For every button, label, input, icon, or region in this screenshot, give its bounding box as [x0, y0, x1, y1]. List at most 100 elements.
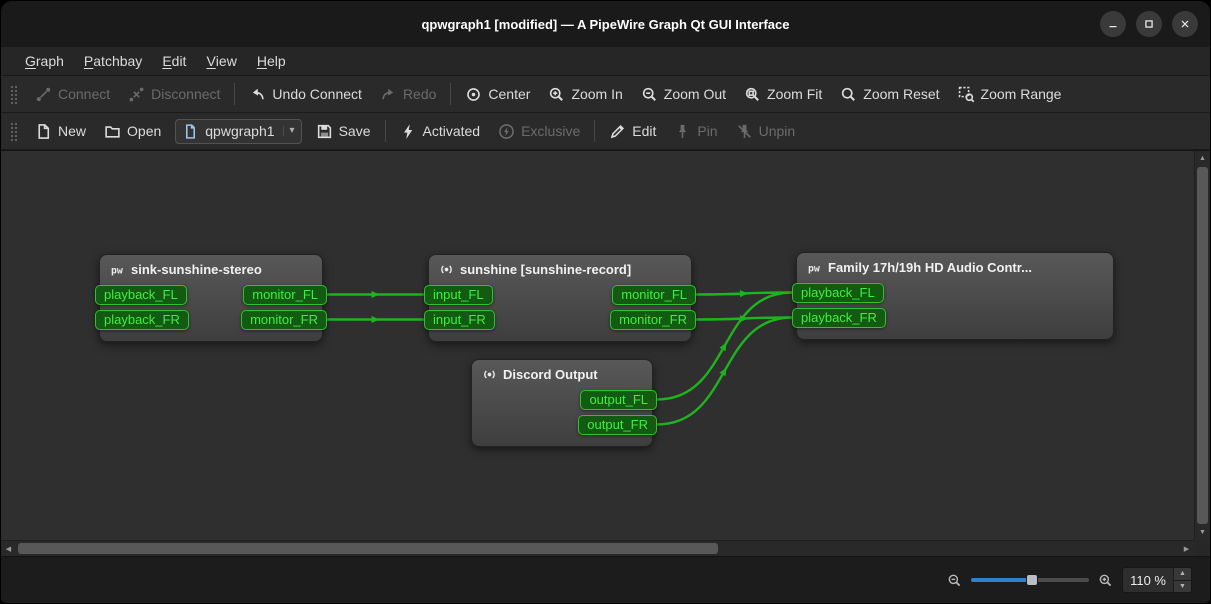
connection-arrow-icon [372, 316, 380, 323]
maximize-button[interactable] [1136, 11, 1162, 37]
undo-icon [249, 86, 266, 103]
connection-arrow-icon [372, 291, 380, 298]
horizontal-scrollbar[interactable]: ◀ ▶ [1, 540, 1194, 556]
redo-button[interactable]: Redo [371, 82, 445, 107]
zoom-range-button[interactable]: Zoom Range [949, 82, 1071, 107]
menu-graph[interactable]: Graph [15, 47, 74, 75]
toolbar-handle[interactable] [10, 84, 18, 104]
button-label: Unpin [759, 123, 796, 139]
minimize-button[interactable] [1100, 11, 1126, 37]
port-discord-output_FL[interactable]: output_FL [580, 390, 657, 410]
zoom-out-button[interactable]: Zoom Out [632, 82, 735, 107]
menu-edit[interactable]: Edit [152, 47, 196, 75]
disconnect-button[interactable]: Disconnect [119, 82, 229, 107]
toolbar-separator [450, 83, 451, 105]
port-family-playback_FR[interactable]: playback_FR [792, 308, 886, 328]
menu-patchbay[interactable]: Patchbay [74, 47, 152, 75]
port-sink-monitor_FR[interactable]: monitor_FR [241, 310, 327, 330]
combo-dropdown-arrow-icon[interactable]: ▾ [283, 126, 295, 136]
center-button[interactable]: Center [456, 82, 539, 107]
connection-wire[interactable] [696, 293, 792, 295]
port-sink-playback_FR[interactable]: playback_FR [95, 310, 189, 330]
connect-button[interactable]: Connect [26, 82, 119, 107]
zoom-spin-up-button[interactable]: ▲ [1174, 568, 1191, 581]
scroll-up-arrow-icon[interactable]: ▲ [1195, 151, 1210, 166]
port-discord-output_FR[interactable]: output_FR [578, 415, 657, 435]
port-sunshine-input_FL[interactable]: input_FL [424, 285, 493, 305]
close-icon [1178, 17, 1192, 31]
unpin-button[interactable]: Unpin [727, 119, 805, 144]
zoom-value: 110 % [1123, 568, 1173, 592]
graph-canvas[interactable]: pwsink-sunshine-stereoplayback_FLmonitor… [1, 151, 1194, 540]
patchbay-file-combo[interactable]: qpwgraph1 ▾ [175, 119, 301, 144]
activated-button[interactable]: Activated [391, 119, 490, 144]
node-header: sunshine [sunshine-record] [429, 255, 691, 282]
menu-view[interactable]: View [196, 47, 246, 75]
zoom-in-button[interactable]: Zoom In [539, 82, 631, 107]
unpin-icon [736, 123, 753, 140]
scroll-down-arrow-icon[interactable]: ▼ [1195, 525, 1210, 540]
port-family-playback_FL[interactable]: playback_FL [792, 283, 884, 303]
svg-text:pw: pw [808, 263, 820, 274]
button-label: Zoom Reset [863, 86, 939, 102]
button-label: Pin [697, 123, 717, 139]
zoom-out-icon[interactable] [947, 573, 962, 588]
scroll-left-arrow-icon[interactable]: ◀ [1, 541, 16, 556]
zoom-spin-down-button[interactable]: ▼ [1174, 581, 1191, 593]
edit-button[interactable]: Edit [600, 119, 665, 144]
menu-help[interactable]: Help [247, 47, 296, 75]
statusbar: 110 % ▲ ▼ [1, 556, 1210, 603]
combo-value: qpwgraph1 [205, 123, 274, 139]
zoom-reset-icon [840, 86, 857, 103]
titlebar[interactable]: qpwgraph1 [modified] — A PipeWire Graph … [1, 1, 1210, 47]
node-family[interactable]: pwFamily 17h/19h HD Audio Contr...playba… [796, 252, 1114, 340]
center-icon [465, 86, 482, 103]
zoom-reset-button[interactable]: Zoom Reset [831, 82, 948, 107]
open-button[interactable]: Open [95, 119, 170, 144]
port-sink-playback_FL[interactable]: playback_FL [95, 285, 187, 305]
button-label: Activated [423, 123, 481, 139]
zoom-slider-handle[interactable] [1026, 574, 1038, 586]
button-label: Center [488, 86, 530, 102]
vertical-scrollbar-handle[interactable] [1197, 167, 1208, 524]
button-label: Redo [403, 86, 436, 102]
button-label: Open [127, 123, 161, 139]
node-discord[interactable]: Discord Outputoutput_FLoutput_FR [471, 359, 653, 447]
save-icon [316, 123, 333, 140]
node-title: sunshine [sunshine-record] [460, 262, 631, 277]
vertical-scrollbar[interactable]: ▲ ▼ [1194, 151, 1210, 540]
undo-connect-button[interactable]: Undo Connect [240, 82, 371, 107]
save-button[interactable]: Save [307, 119, 380, 144]
pin-button[interactable]: Pin [665, 119, 726, 144]
record-icon [482, 367, 497, 382]
maximize-icon [1142, 17, 1156, 31]
connection-arrow-icon [719, 366, 729, 376]
zoom-range-icon [958, 86, 975, 103]
port-sunshine-monitor_FR[interactable]: monitor_FR [610, 310, 696, 330]
zoom-spinbox[interactable]: 110 % ▲ ▼ [1122, 567, 1192, 593]
port-sunshine-input_FR[interactable]: input_FR [424, 310, 495, 330]
button-label: Connect [58, 86, 110, 102]
exclusive-button[interactable]: Exclusive [489, 119, 589, 144]
zoom-slider[interactable] [971, 572, 1089, 588]
zoom-fit-button[interactable]: Zoom Fit [735, 82, 831, 107]
window-controls [1100, 1, 1198, 47]
button-label: Zoom Fit [767, 86, 822, 102]
patchbay-toolbar: New Open qpwgraph1 ▾ Save Activated Exclusive E… [1, 113, 1210, 150]
port-sink-monitor_FL[interactable]: monitor_FL [243, 285, 327, 305]
connection-arrow-icon [740, 290, 748, 297]
close-button[interactable] [1172, 11, 1198, 37]
connection-arrow-icon [719, 341, 729, 351]
pin-icon [674, 123, 691, 140]
scroll-right-arrow-icon[interactable]: ▶ [1179, 541, 1194, 556]
minimize-icon [1106, 17, 1120, 31]
connection-wire[interactable] [696, 318, 792, 320]
port-sunshine-monitor_FL[interactable]: monitor_FL [612, 285, 696, 305]
zoom-in-icon[interactable] [1098, 573, 1113, 588]
zoom-in-icon [548, 86, 565, 103]
node-sink[interactable]: pwsink-sunshine-stereoplayback_FLmonitor… [99, 254, 323, 342]
new-button[interactable]: New [26, 119, 95, 144]
node-sunshine[interactable]: sunshine [sunshine-record]input_FLmonito… [428, 254, 692, 342]
horizontal-scrollbar-handle[interactable] [18, 543, 718, 554]
toolbar-handle[interactable] [10, 121, 18, 141]
